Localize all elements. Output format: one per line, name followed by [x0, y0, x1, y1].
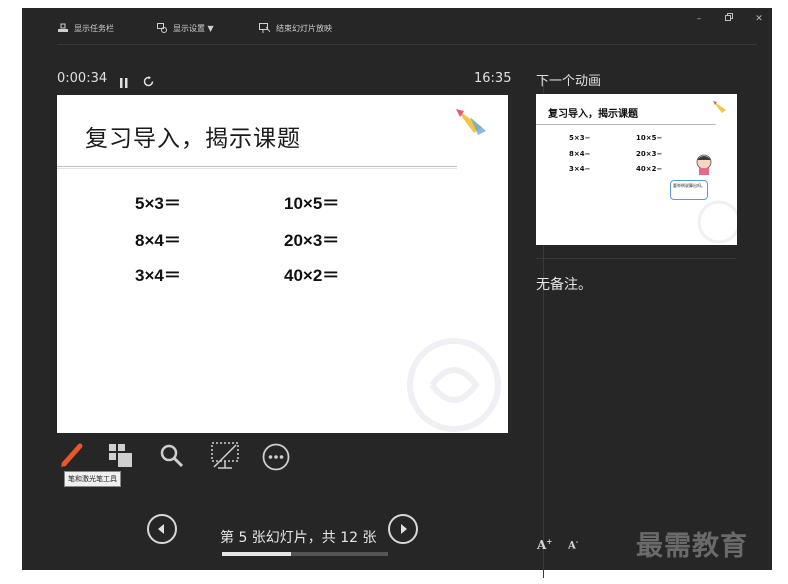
display-settings-button[interactable]: 显示设置 ▼ [157, 20, 214, 36]
black-screen-icon [211, 442, 239, 469]
presenter-view: 显示任务栏 显示设置 ▼ 结束幻灯片放映 – ✕ 0:00:34 16:35 复… [22, 8, 772, 578]
restart-icon [143, 76, 154, 87]
black-screen-button[interactable] [210, 441, 240, 475]
title-underline-shadow [57, 168, 457, 169]
restart-timer-button[interactable] [143, 72, 154, 91]
next-slide-button[interactable] [388, 514, 418, 544]
display-settings-icon [157, 23, 167, 33]
preview-eq-right-2: 20×3− [636, 150, 663, 158]
increase-font-label: A [537, 538, 547, 552]
preview-eq-right-1: 10×5− [636, 134, 663, 142]
show-taskbar-label: 显示任务栏 [74, 23, 114, 33]
slides-grid-icon [109, 444, 132, 467]
equation-left-2: 8×4＝ [135, 231, 181, 250]
preview-pencil-icon [713, 101, 726, 113]
equation-right-3: 40×2＝ [284, 266, 340, 285]
cartoon-child-icon [696, 154, 712, 175]
zoom-button[interactable] [160, 444, 184, 472]
more-options-button[interactable] [262, 443, 290, 475]
slide-progress-fill [222, 552, 292, 556]
restore-button[interactable] [720, 12, 738, 26]
top-toolbar: 显示任务栏 显示设置 ▼ 结束幻灯片放映 – ✕ [22, 8, 772, 46]
elapsed-timer: 0:00:34 [57, 71, 108, 86]
pause-timer-button[interactable] [120, 73, 128, 92]
restore-icon [725, 13, 733, 21]
logo-watermark-icon [407, 338, 501, 432]
decrease-font-button[interactable]: A- [568, 539, 578, 551]
magnifier-icon [160, 444, 184, 468]
slide-title: 复习导入，揭示课题 [85, 126, 301, 152]
next-animation-label: 下一个动画 [536, 74, 602, 89]
preview-eq-right-3: 40×2− [636, 165, 663, 173]
slide-progress-bar [222, 552, 388, 556]
equation-left-3: 3×4＝ [135, 266, 181, 285]
current-slide[interactable]: 复习导入，揭示课题 5×3＝ 8×4＝ 3×4＝ 10×5＝ 20×3＝ 40×… [57, 95, 508, 433]
watermark-text: 最需教育 [636, 531, 748, 562]
pen-icon [61, 443, 83, 467]
more-icon [262, 443, 290, 471]
increase-font-button[interactable]: A+ [537, 537, 552, 552]
notes-divider [536, 258, 736, 259]
preview-title: 复习导入，揭示课题 [548, 109, 638, 120]
speaker-notes: 无备注。 [536, 277, 592, 293]
slide-counter[interactable]: 第 5 张幻灯片，共 12 张 [220, 527, 377, 547]
preview-eq-left-1: 5×3− [569, 134, 591, 142]
equation-right-2: 20×3＝ [284, 231, 340, 250]
triangle-left-icon [158, 524, 164, 534]
end-slideshow-button[interactable]: 结束幻灯片放映 [259, 20, 332, 36]
pen-tool-button[interactable] [60, 442, 84, 472]
end-show-icon [259, 23, 270, 33]
end-slideshow-label: 结束幻灯片放映 [276, 23, 332, 33]
taskbar-icon [58, 23, 68, 32]
equation-right-1: 10×5＝ [284, 194, 340, 213]
show-taskbar-button[interactable]: 显示任务栏 [58, 20, 114, 36]
see-all-slides-button[interactable] [109, 444, 133, 472]
close-button[interactable]: ✕ [750, 12, 768, 26]
preview-eq-left-3: 3×4− [569, 165, 591, 173]
pause-icon [120, 78, 128, 88]
clock: 16:35 [474, 71, 512, 86]
toolbar-divider [57, 44, 757, 45]
preview-eq-left-2: 8×4− [569, 150, 591, 158]
next-slide-preview[interactable]: 复习导入，揭示课题 5×3− 8×4− 3×4− 10×5− 20×3− 40×… [536, 94, 737, 245]
preview-underline [536, 124, 716, 125]
title-underline [57, 166, 457, 167]
pencil-decoration-icon [456, 109, 486, 135]
minimize-button[interactable]: – [690, 12, 708, 26]
previous-slide-button[interactable] [147, 514, 177, 544]
decrease-font-label: A [568, 540, 576, 552]
triangle-right-icon [401, 524, 407, 534]
pen-tool-tooltip: 笔和激光笔工具 [64, 471, 121, 487]
preview-logo-watermark-icon [697, 200, 737, 244]
equation-left-1: 5×3＝ [135, 194, 181, 213]
display-settings-label: 显示设置 ▼ [173, 23, 214, 33]
